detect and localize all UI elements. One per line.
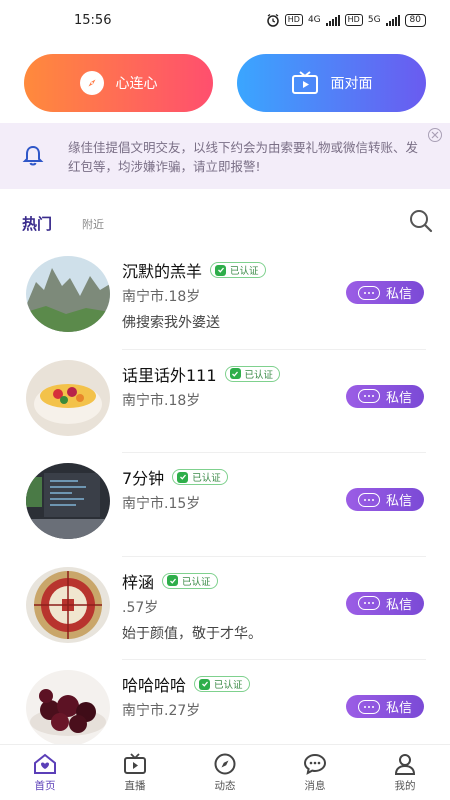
compass-icon xyxy=(79,71,104,95)
verified-badge: 已认证 xyxy=(172,469,228,485)
search-icon[interactable] xyxy=(408,208,434,234)
message-label: 私信 xyxy=(385,390,412,406)
user-bio: 始于颜值，敬于才华。 xyxy=(122,625,262,642)
check-shield-icon xyxy=(229,368,241,379)
message-button[interactable]: 私信 xyxy=(346,695,424,718)
list-item[interactable]: 7分钟 已认证 南宁市.15岁 私信 xyxy=(0,453,450,557)
chat-bubble-icon xyxy=(357,492,380,507)
heart-to-heart-label: 心连心 xyxy=(115,76,158,92)
avatar[interactable] xyxy=(26,359,110,436)
user-list: 沉默的羔羊 已认证 南宁市.18岁 佛搜索我外婆送 私信 话里话外111 已认证… xyxy=(0,246,450,764)
user-location-age: 南宁市.18岁 xyxy=(122,289,201,305)
battery-icon: 80 xyxy=(404,13,426,27)
avatar[interactable] xyxy=(26,566,110,643)
list-item[interactable]: 沉默的羔羊 已认证 南宁市.18岁 佛搜索我外婆送 私信 xyxy=(0,246,450,350)
top-buttons: 心连心 面对面 xyxy=(24,54,426,112)
bottom-nav: 首页 直播 动态 消息 我的 xyxy=(0,744,450,800)
user-name-line: 哈哈哈哈 已认证 xyxy=(122,672,250,696)
bell-icon xyxy=(22,145,44,166)
check-shield-icon xyxy=(167,575,179,586)
message-button[interactable]: 私信 xyxy=(346,281,424,304)
network-label: 5G xyxy=(367,15,381,25)
status-icons: HD 4G HD 5G 80 xyxy=(266,13,426,27)
tab-hot[interactable]: 热门 xyxy=(22,213,52,234)
network-label: 4G xyxy=(307,15,321,25)
tv-icon xyxy=(124,752,146,774)
user-location-age: 南宁市.15岁 xyxy=(122,496,201,512)
verified-badge: 已认证 xyxy=(210,262,266,278)
user-name-line: 沉默的羔羊 已认证 xyxy=(122,258,266,282)
verified-label: 已认证 xyxy=(214,680,243,691)
nav-home[interactable]: 首页 xyxy=(0,745,90,800)
verified-badge: 已认证 xyxy=(162,572,218,589)
user-location-age: 南宁市.18岁 xyxy=(122,392,201,409)
signal-icon xyxy=(385,14,400,26)
chat-icon xyxy=(303,753,327,775)
signal-icon xyxy=(325,14,340,26)
message-button[interactable]: 私信 xyxy=(346,384,424,408)
user-location-age: .57岁 xyxy=(122,599,159,616)
nav-label: 直播 xyxy=(124,779,146,792)
status-bar: 15:56 HD 4G HD 5G 80 xyxy=(0,0,450,40)
tab-nearby[interactable]: 附近 xyxy=(82,216,104,234)
nav-moments[interactable]: 动态 xyxy=(180,745,270,800)
close-icon[interactable] xyxy=(428,128,442,142)
hd-badge: HD xyxy=(344,14,363,26)
user-name: 7分钟 xyxy=(122,469,165,488)
user-name-line: 梓涵 已认证 xyxy=(122,569,218,593)
avatar[interactable] xyxy=(26,463,110,539)
alarm-icon xyxy=(267,13,279,27)
user-name: 哈哈哈哈 xyxy=(122,676,187,695)
verified-label: 已认证 xyxy=(182,576,211,588)
avatar[interactable] xyxy=(26,670,110,746)
face-to-face-button[interactable]: 面对面 xyxy=(237,54,426,112)
nav-live[interactable]: 直播 xyxy=(90,745,180,800)
user-name-line: 7分钟 已认证 xyxy=(122,465,228,489)
message-label: 私信 xyxy=(385,494,412,509)
check-shield-icon xyxy=(177,471,189,483)
nav-label: 消息 xyxy=(304,779,326,792)
notice-text: 缘佳佳提倡文明交友，以线下约会为由索要礼物或微信转账、发红包等，均涉嫌诈骗，请立… xyxy=(68,140,419,174)
verified-label: 已认证 xyxy=(230,266,259,277)
chat-bubble-icon xyxy=(357,699,380,714)
nav-label: 首页 xyxy=(34,779,56,792)
user-bio: 佛搜索我外婆送 xyxy=(122,315,220,331)
verified-label: 已认证 xyxy=(244,369,274,381)
heart-to-heart-button[interactable]: 心连心 xyxy=(24,54,213,112)
nav-profile[interactable]: 我的 xyxy=(360,745,450,800)
message-button[interactable]: 私信 xyxy=(346,488,424,511)
nav-label: 动态 xyxy=(214,779,236,792)
check-shield-icon xyxy=(215,264,227,276)
user-name-line: 话里话外111 已认证 xyxy=(122,362,281,386)
chat-bubble-icon xyxy=(357,285,380,300)
face-to-face-label: 面对面 xyxy=(330,76,373,92)
verified-badge: 已认证 xyxy=(224,365,281,382)
user-name: 沉默的羔羊 xyxy=(122,262,203,281)
user-name: 话里话外111 xyxy=(122,365,217,385)
status-time: 15:56 xyxy=(74,13,112,28)
message-button[interactable]: 私信 xyxy=(346,591,424,615)
user-name: 梓涵 xyxy=(122,572,155,592)
verified-badge: 已认证 xyxy=(194,676,250,692)
list-tabs: 热门 附近 xyxy=(22,210,104,234)
list-item[interactable]: 话里话外111 已认证 南宁市.18岁 私信 xyxy=(0,350,450,454)
compass-icon xyxy=(214,753,236,774)
nav-label: 我的 xyxy=(394,779,416,792)
safety-notice: 缘佳佳提倡文明交友，以线下约会为由索要礼物或微信转账、发红包等，均涉嫌诈骗，请立… xyxy=(0,123,450,189)
hd-badge: HD xyxy=(284,14,303,26)
user-location-age: 南宁市.27岁 xyxy=(122,703,201,719)
user-icon xyxy=(394,753,416,775)
message-label: 私信 xyxy=(385,597,412,613)
chat-bubble-icon xyxy=(357,389,380,403)
chat-bubble-icon xyxy=(357,596,380,610)
message-label: 私信 xyxy=(385,287,412,302)
list-item[interactable]: 梓涵 已认证 .57岁 始于颜值，敬于才华。 私信 xyxy=(0,557,450,661)
nav-messages[interactable]: 消息 xyxy=(270,745,360,800)
home-icon xyxy=(34,753,56,774)
verified-label: 已认证 xyxy=(192,473,221,484)
avatar[interactable] xyxy=(26,256,110,332)
tv-icon xyxy=(291,71,319,95)
message-label: 私信 xyxy=(385,701,412,716)
check-shield-icon xyxy=(199,678,211,690)
